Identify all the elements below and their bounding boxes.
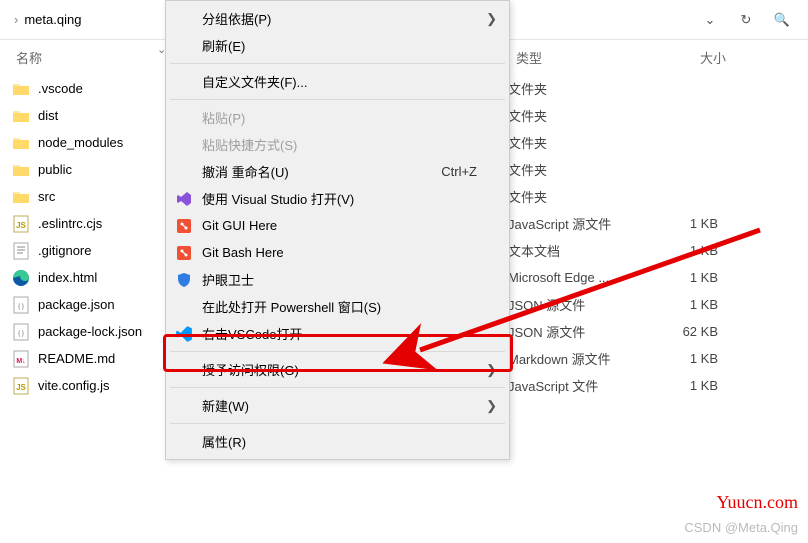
- menu-grant-access[interactable]: 授予访问权限(G)❯: [168, 356, 507, 383]
- menu-refresh[interactable]: 刷新(E): [168, 32, 507, 59]
- folder-icon: [12, 161, 30, 179]
- git-icon: [174, 243, 194, 263]
- search-button[interactable]: 🔍: [764, 2, 800, 38]
- file-type: 文件夹: [508, 160, 658, 179]
- file-type: JavaScript 文件: [508, 376, 658, 395]
- svg-text:{ }: { }: [18, 331, 24, 337]
- chevron-right-icon: ❯: [486, 398, 497, 414]
- vscode-icon: [174, 324, 194, 344]
- chevron-icon: ›: [14, 12, 18, 27]
- menu-open-visual-studio[interactable]: 使用 Visual Studio 打开(V): [168, 185, 507, 212]
- menu-git-bash[interactable]: Git Bash Here: [168, 239, 507, 266]
- file-size: 1 KB: [658, 270, 718, 285]
- file-size: 1 KB: [658, 216, 718, 231]
- menu-customize-folder[interactable]: 自定义文件夹(F)...: [168, 68, 507, 95]
- menu-paste: 粘贴(P): [168, 104, 507, 131]
- file-size: 1 KB: [658, 243, 718, 258]
- file-type: JSON 源文件: [508, 322, 658, 341]
- header-size[interactable]: 大小: [646, 48, 726, 67]
- txt-icon: [12, 242, 30, 260]
- chevron-right-icon: ❯: [486, 362, 497, 378]
- context-menu: 分组依据(P)❯ 刷新(E) 自定义文件夹(F)... 粘贴(P) 粘贴快捷方式…: [165, 0, 510, 460]
- menu-separator: [170, 63, 505, 64]
- file-type: 文件夹: [508, 133, 658, 152]
- file-type: 文件夹: [508, 106, 658, 125]
- edge-icon: [12, 269, 30, 287]
- refresh-button[interactable]: ↻: [728, 2, 764, 38]
- file-size: 1 KB: [658, 378, 718, 393]
- svg-text:JS: JS: [16, 383, 26, 392]
- breadcrumb-folder[interactable]: meta.qing: [24, 12, 81, 27]
- visual-studio-icon: [174, 189, 194, 209]
- watermark-csdn: CSDN @Meta.Qing: [684, 520, 798, 535]
- menu-undo-rename[interactable]: 撤消 重命名(U)Ctrl+Z: [168, 158, 507, 185]
- file-size: 1 KB: [658, 351, 718, 366]
- json-icon: { }: [12, 323, 30, 341]
- dropdown-button[interactable]: ⌄: [692, 2, 728, 38]
- file-type: JSON 源文件: [508, 295, 658, 314]
- js-icon: JS: [12, 215, 30, 233]
- file-type: 文本文档: [508, 241, 658, 260]
- menu-git-gui[interactable]: Git GUI Here: [168, 212, 507, 239]
- menu-separator: [170, 423, 505, 424]
- menu-separator: [170, 99, 505, 100]
- menu-group-by[interactable]: 分组依据(P)❯: [168, 5, 507, 32]
- menu-properties[interactable]: 属性(R): [168, 428, 507, 455]
- menu-paste-shortcut: 粘贴快捷方式(S): [168, 131, 507, 158]
- header-type[interactable]: 类型: [516, 48, 646, 67]
- folder-icon: [12, 188, 30, 206]
- menu-open-vscode[interactable]: 右击VSCode打开: [168, 320, 507, 347]
- file-type: Markdown 源文件: [508, 349, 658, 368]
- menu-separator: [170, 387, 505, 388]
- folder-icon: [12, 80, 30, 98]
- watermark-site: Yuucn.com: [717, 492, 798, 513]
- md-icon: M↓: [12, 350, 30, 368]
- file-size: 1 KB: [658, 297, 718, 312]
- shortcut-label: Ctrl+Z: [441, 164, 477, 179]
- menu-open-powershell[interactable]: 在此处打开 Powershell 窗口(S): [168, 293, 507, 320]
- git-icon: [174, 216, 194, 236]
- chevron-right-icon: ❯: [486, 11, 497, 27]
- file-type: 文件夹: [508, 187, 658, 206]
- file-type: Microsoft Edge ...: [508, 270, 658, 285]
- svg-text:JS: JS: [16, 221, 26, 230]
- file-type: JavaScript 源文件: [508, 214, 658, 233]
- menu-eye-guard[interactable]: 护眼卫士: [168, 266, 507, 293]
- file-type: 文件夹: [508, 79, 658, 98]
- svg-text:{ }: { }: [18, 304, 24, 310]
- shield-icon: [174, 270, 194, 290]
- json-icon: { }: [12, 296, 30, 314]
- folder-icon: [12, 134, 30, 152]
- svg-text:M↓: M↓: [16, 358, 25, 365]
- folder-icon: [12, 107, 30, 125]
- menu-new[interactable]: 新建(W)❯: [168, 392, 507, 419]
- file-size: 62 KB: [658, 324, 718, 339]
- menu-separator: [170, 351, 505, 352]
- js-icon: JS: [12, 377, 30, 395]
